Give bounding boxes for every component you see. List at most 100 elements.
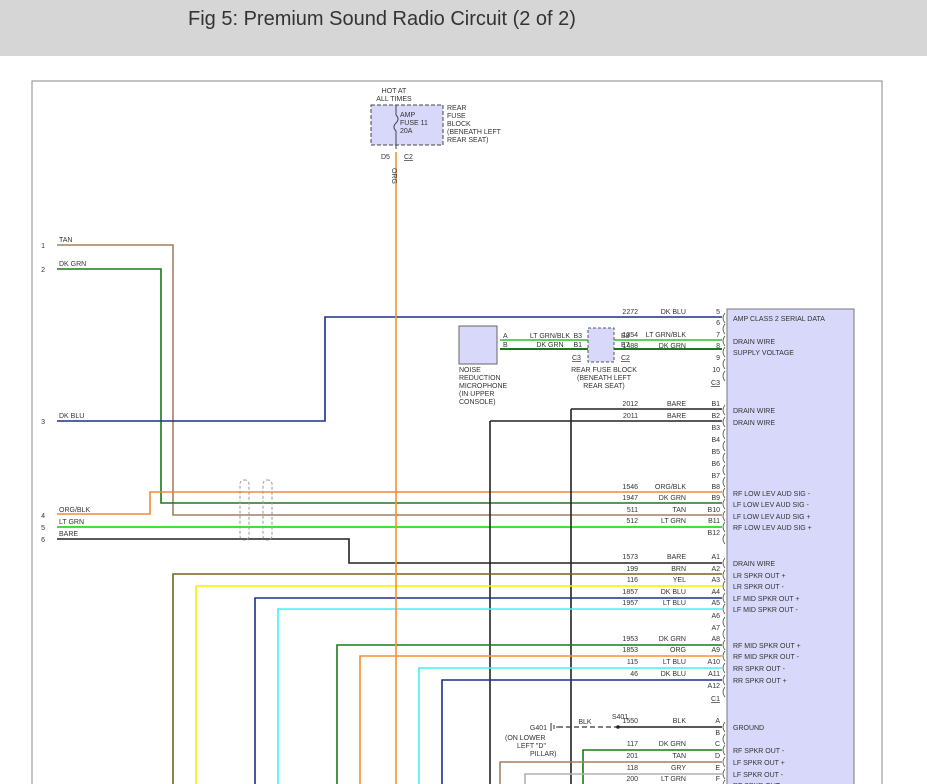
hot-at-all-times-label: HOT AT — [382, 88, 407, 95]
rear-fuse-block-label: REAR FUSE BLOCK — [571, 367, 637, 374]
wire-color-label: ORG/BLK — [59, 507, 90, 514]
wire-color-label: DK GRN — [536, 342, 563, 349]
wire-color-label: DK GRN — [659, 495, 686, 502]
pin-label: C — [715, 741, 720, 748]
pin-function-label: RR SPKR OUT + — [733, 678, 787, 685]
circuit-number: 1546 — [622, 484, 638, 491]
wire-color-label: ORG/BLK — [655, 484, 686, 491]
wire-end-number: 3 — [41, 419, 45, 426]
pin-terminal — [722, 592, 726, 604]
fuse-block-label: REAR SEAT) — [447, 137, 489, 144]
fuse-connector-label: C2 — [404, 154, 413, 161]
wire-color-label: BLK — [578, 719, 592, 726]
wire-end-number: 1 — [41, 243, 45, 250]
wire-color-label: LT GRN — [59, 519, 84, 526]
amplifier-module — [726, 308, 855, 784]
pin-terminal — [722, 721, 726, 733]
pin-terminal — [722, 779, 726, 784]
pin-terminal — [722, 358, 726, 370]
circuit-number: 2012 — [622, 401, 638, 408]
circuit-number: 1853 — [622, 647, 638, 654]
pin-function-label: RF MID SPKR OUT + — [733, 643, 801, 650]
pin-label: B11 — [708, 518, 720, 525]
hot-at-all-times-label: ALL TIMES — [376, 96, 412, 103]
pin-terminal — [722, 650, 726, 662]
fuse-block-label: FUSE — [447, 113, 466, 120]
pin-terminal — [722, 370, 726, 382]
pin-terminal — [722, 312, 726, 324]
circuit-number: 46 — [630, 671, 638, 678]
pin-label: B9 — [711, 495, 720, 502]
pin-label: B — [715, 730, 720, 737]
pin-function-label: RF LOW LEV AUD SIG + — [733, 525, 812, 532]
pin-function-label: AMP CLASS 2 SERIAL DATA — [733, 316, 825, 323]
pin-terminal — [722, 487, 726, 499]
circuit-number: 118 — [627, 765, 638, 772]
wire-gry — [524, 773, 722, 784]
pin-terminal — [722, 628, 726, 640]
pin-label: A10 — [708, 659, 721, 666]
circuit-number: 201 — [626, 753, 638, 760]
wire-color-label: DK GRN — [659, 741, 686, 748]
pin-label: B8 — [711, 484, 720, 491]
pin-function-label: LF SPKR OUT + — [733, 760, 785, 767]
circuit-number: 2011 — [623, 413, 638, 420]
wire-dk-blu — [254, 597, 722, 784]
microphone-label: NOISE — [459, 367, 481, 374]
pin-terminal — [722, 744, 726, 756]
pin-terminal — [722, 404, 726, 416]
circuit-number: 1953 — [622, 636, 638, 643]
rear-fuse-block-label: (BENEATH LEFT — [577, 375, 632, 382]
pin-function-label: LF SPKR OUT - — [733, 772, 784, 779]
pin-terminal — [722, 464, 726, 476]
pin-label: E — [715, 765, 720, 772]
rear-fuse-block-jumper — [587, 327, 615, 363]
pin-label: A5 — [711, 600, 720, 607]
wire-end-number: 5 — [41, 525, 45, 532]
fuse-block-label: REAR — [447, 105, 466, 112]
pin-function-label: LF MID SPKR OUT + — [733, 596, 800, 603]
wire-color-label: BLK — [673, 718, 687, 725]
pin-label: A1 — [711, 554, 720, 561]
wire-color-label: BRN — [671, 566, 686, 573]
pin-function-label: DRAIN WIRE — [733, 408, 775, 415]
pin-label: 10 — [712, 367, 720, 374]
wire-color-label: LT BLU — [663, 600, 686, 607]
pin-label: B6 — [711, 461, 720, 468]
circuit-number: 200 — [626, 776, 638, 783]
circuit-number: 199 — [626, 566, 638, 573]
wire-color-label: LT GRN — [661, 518, 686, 525]
pin-label: A3 — [711, 577, 720, 584]
pin-terminal — [722, 639, 726, 651]
wiring-diagram: 5 2272 DK BLU AMP CLASS 2 SERIAL DATA 6 7 1 3 5 4… — [31, 80, 883, 784]
pin-label: B1 — [711, 401, 720, 408]
pin-terminal — [722, 476, 726, 488]
shield-icon — [239, 479, 250, 541]
pin-function-label: LR SPKR OUT + — [733, 573, 786, 580]
wire-color-label: TAN — [673, 507, 686, 514]
ground-name: G401 — [530, 725, 547, 732]
pin-function-label: LF LOW LEV AUD SIG - — [733, 502, 810, 509]
pin-label: B3 — [711, 425, 720, 432]
pin-label: B4 — [711, 437, 720, 444]
fuse-label: AMP — [400, 112, 416, 119]
fuse-block-label: BLOCK — [447, 121, 471, 128]
circuit-number: 1573 — [622, 554, 638, 561]
pin-terminal — [722, 335, 726, 347]
microphone-label: (IN UPPER — [459, 391, 494, 398]
pin-label: B10 — [708, 507, 721, 514]
ground-location: (ON LOWER — [505, 735, 545, 742]
wire-color-label: LT BLU — [663, 659, 686, 666]
wire-yel — [195, 585, 722, 784]
wire-color-label: DK GRN — [59, 261, 86, 268]
fuse-label: FUSE 11 — [400, 120, 428, 127]
pin-terminal — [722, 521, 726, 533]
pin-label: B2 — [711, 413, 720, 420]
circuit-number: 2272 — [622, 309, 638, 316]
connector-label: C3 — [711, 380, 720, 387]
fuse-label: 20A — [400, 128, 413, 135]
pin-terminal — [722, 616, 726, 628]
wire-color-label: ORG — [670, 647, 686, 654]
noise-reduction-microphone — [458, 325, 498, 365]
pin-label: 9 — [716, 355, 720, 362]
